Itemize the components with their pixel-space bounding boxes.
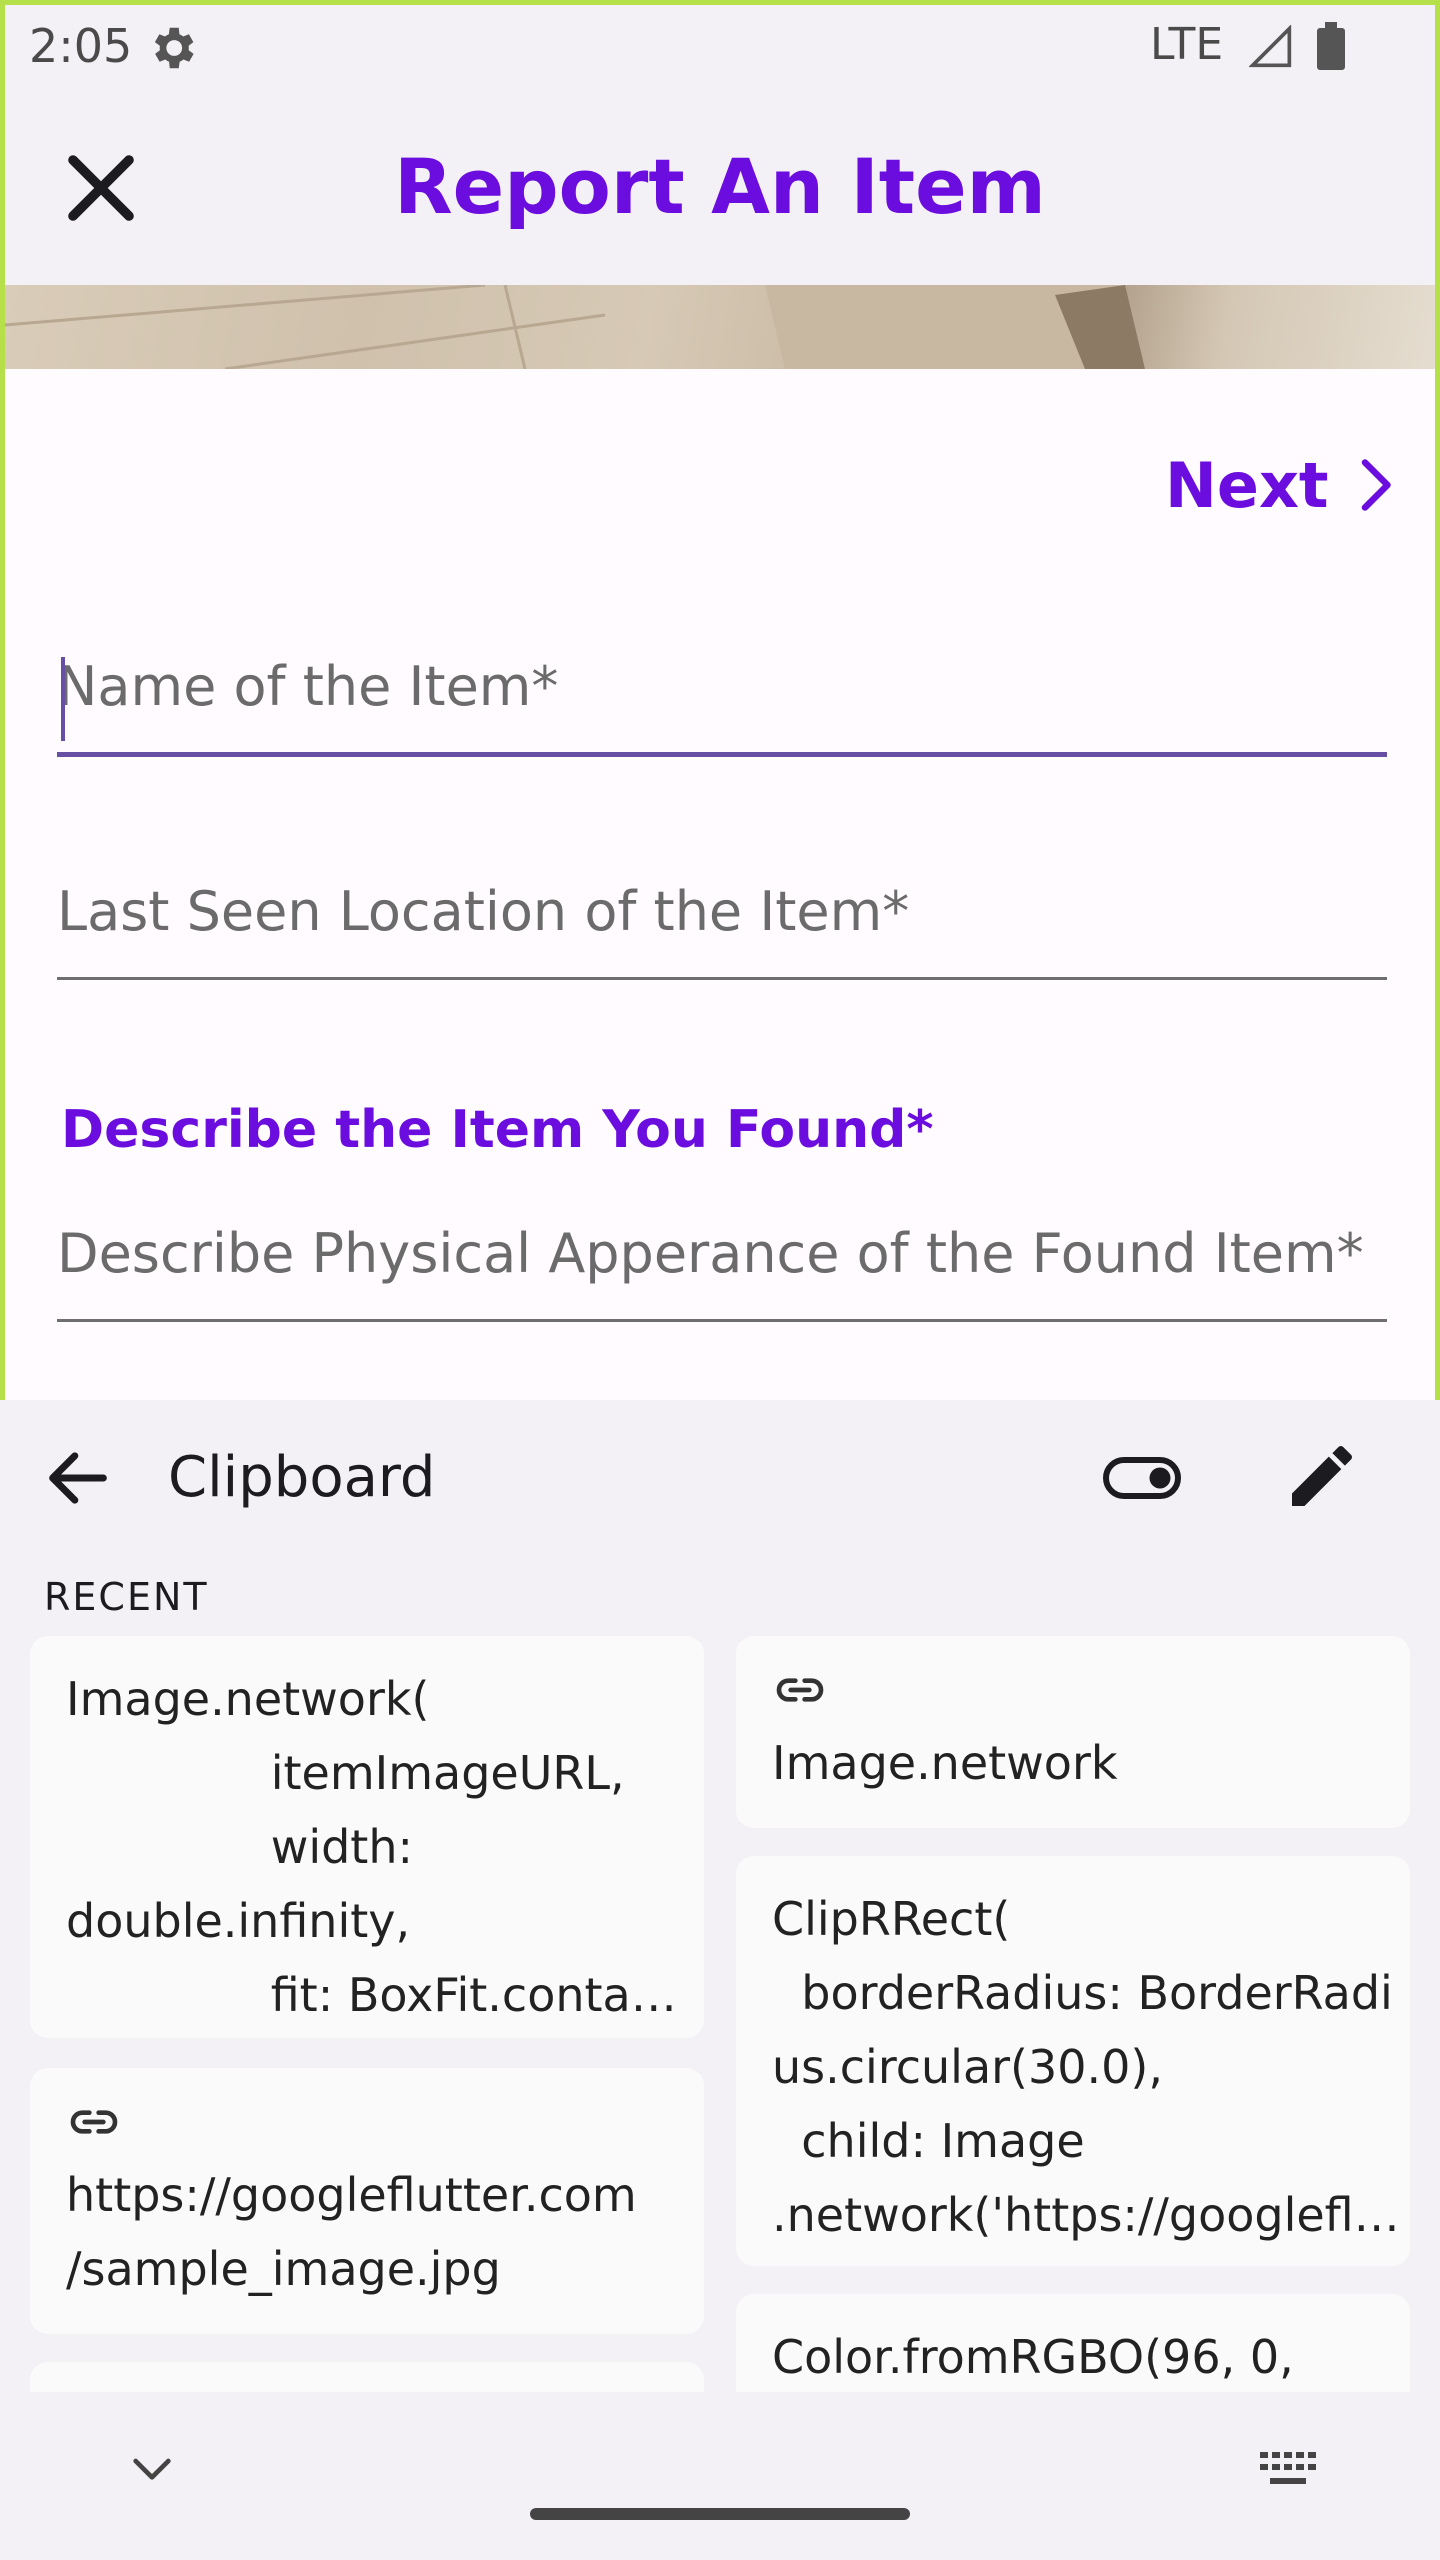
item-banner-image	[5, 285, 1435, 369]
page-title: Report An Item	[394, 142, 1046, 231]
network-type: LTE	[1150, 19, 1224, 70]
item-name-field[interactable]	[57, 655, 1387, 757]
describe-section-label: Describe the Item You Found*	[61, 1100, 934, 1160]
status-bar: 2:05 LTE	[5, 5, 1435, 90]
description-input[interactable]	[57, 1222, 1387, 1319]
clipboard-item-text: Color.fromRGBO(96, 0,	[772, 2330, 1294, 2384]
status-time: 2:05	[29, 19, 133, 73]
clipboard-item[interactable]: ClipRRect( borderRadius: BorderRadi us.c…	[736, 1856, 1410, 2266]
settings-gear-icon	[154, 27, 194, 69]
battery-icon	[1317, 22, 1345, 70]
clipboard-item-text: Image.network	[772, 1736, 1118, 1790]
app-window: 2:05 LTE Report An Item Next Name of the…	[0, 0, 1440, 1400]
recent-label: RECENT	[44, 1575, 209, 1619]
location-underline	[57, 977, 1387, 980]
location-field[interactable]	[57, 880, 1387, 980]
clipboard-item[interactable]: https://googleflutter.com /sample_image.…	[30, 2068, 704, 2334]
text-cursor	[61, 657, 65, 741]
home-indicator[interactable]	[530, 2508, 910, 2520]
description-field[interactable]	[57, 1222, 1387, 1322]
description-underline	[57, 1319, 1387, 1322]
chevron-down-icon[interactable]	[124, 2440, 180, 2496]
toggle-icon[interactable]	[1100, 1440, 1184, 1516]
item-name-input[interactable]	[57, 655, 1387, 752]
keyboard-icon[interactable]	[1258, 2448, 1318, 2492]
location-input[interactable]	[57, 880, 1387, 977]
clipboard-fade	[0, 2392, 1440, 2560]
banner-photo	[5, 285, 1145, 369]
next-button[interactable]: Next	[1165, 445, 1405, 525]
clipboard-item[interactable]: Image.network	[736, 1636, 1410, 1828]
chevron-right-icon	[1361, 459, 1391, 511]
app-bar: Report An Item	[5, 90, 1435, 285]
link-icon	[776, 1678, 824, 1702]
clipboard-item[interactable]: Image.network( itemImageURL, width: doub…	[30, 1636, 704, 2038]
signal-icon	[1249, 25, 1292, 68]
link-icon	[70, 2110, 118, 2134]
item-name-underline	[57, 752, 1387, 757]
clipboard-item-text: ClipRRect( borderRadius: BorderRadi us.c…	[772, 1892, 1400, 2242]
clipboard-item-text: Image.network( itemImageURL, width: doub…	[66, 1672, 677, 2022]
next-label: Next	[1165, 448, 1329, 522]
clipboard-item-text: https://googleflutter.com /sample_image.…	[66, 2168, 637, 2296]
clipboard-title: Clipboard	[168, 1445, 436, 1510]
back-arrow-icon[interactable]	[40, 1440, 116, 1516]
edit-pencil-icon[interactable]	[1282, 1436, 1362, 1516]
clipboard-panel: Clipboard RECENT Image.network( itemImag…	[0, 1400, 1440, 2560]
